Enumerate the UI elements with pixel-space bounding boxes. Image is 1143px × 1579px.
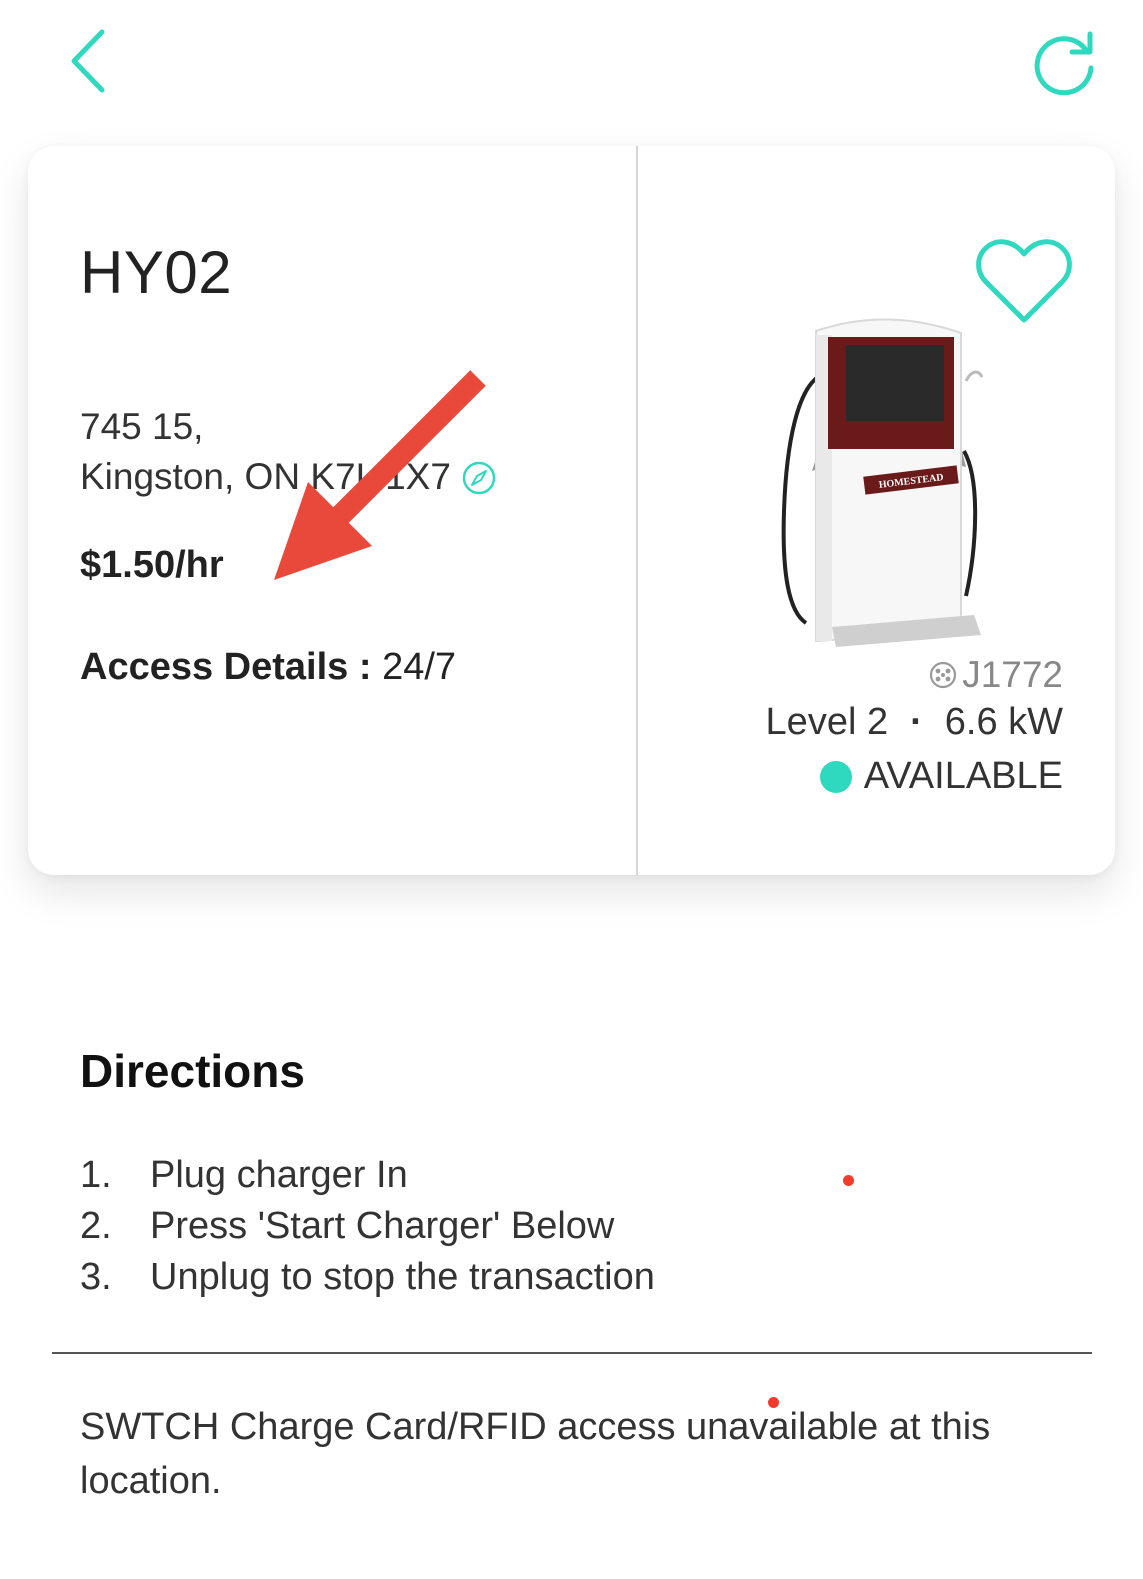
access-details-value: 24/7 bbox=[382, 646, 457, 688]
connector-label: J1772 bbox=[962, 654, 1063, 695]
access-details: Access Details : 24/7 bbox=[80, 646, 456, 689]
connector-type: J1772 bbox=[928, 654, 1063, 696]
charger-power: 6.6 kW bbox=[944, 701, 1063, 743]
section-divider bbox=[52, 1352, 1092, 1354]
address-line-2: Kingston, ON K7L 1X7 bbox=[80, 456, 451, 497]
access-details-label: Access Details : bbox=[80, 646, 372, 688]
list-item: 2. Press 'Start Charger' Below bbox=[80, 1201, 655, 1252]
station-address: 745 15, Kingston, ON K7L 1X7 bbox=[80, 402, 497, 502]
chevron-left-icon bbox=[71, 29, 105, 93]
step-number: 3. bbox=[80, 1256, 112, 1298]
directions-list: 1. Plug charger In 2. Press 'Start Charg… bbox=[80, 1150, 655, 1303]
charger-level: Level 2 bbox=[765, 701, 889, 743]
charger-image: HOMESTEAD bbox=[766, 311, 1016, 661]
status-indicator-dot bbox=[819, 760, 852, 793]
annotation-dot bbox=[768, 1397, 779, 1408]
address-line-1: 745 15, bbox=[80, 406, 204, 447]
step-number: 2. bbox=[80, 1205, 112, 1247]
directions-title: Directions bbox=[80, 1045, 305, 1097]
station-name: HY02 bbox=[80, 239, 233, 306]
annotation-dot bbox=[843, 1175, 854, 1186]
station-detail-screen: HY02 745 15, Kingston, ON K7L 1X7 $1.50/… bbox=[0, 0, 1143, 1579]
separator-dot: · bbox=[910, 701, 923, 743]
compass-icon[interactable] bbox=[461, 459, 497, 495]
rfid-notice: SWTCH Charge Card/RFID access unavailabl… bbox=[80, 1406, 991, 1502]
list-item: 1. Plug charger In bbox=[80, 1150, 655, 1201]
refresh-button[interactable] bbox=[1028, 28, 1100, 98]
status-badge: AVAILABLE bbox=[819, 755, 1063, 798]
list-item: 3. Unplug to stop the transaction bbox=[80, 1252, 655, 1303]
step-number: 1. bbox=[80, 1154, 112, 1196]
step-text: Plug charger In bbox=[150, 1154, 408, 1196]
refresh-icon bbox=[1034, 31, 1094, 96]
status-label: AVAILABLE bbox=[863, 755, 1063, 797]
price: $1.50/hr bbox=[80, 544, 224, 586]
plug-connector-icon bbox=[930, 661, 957, 689]
charger-level-power: Level 2 · 6.6 kW bbox=[766, 701, 1063, 744]
card-divider bbox=[636, 146, 638, 875]
station-card: HY02 745 15, Kingston, ON K7L 1X7 $1.50/… bbox=[28, 146, 1115, 875]
step-text: Press 'Start Charger' Below bbox=[150, 1205, 615, 1247]
back-button[interactable] bbox=[60, 26, 120, 96]
step-text: Unplug to stop the transaction bbox=[150, 1256, 655, 1298]
